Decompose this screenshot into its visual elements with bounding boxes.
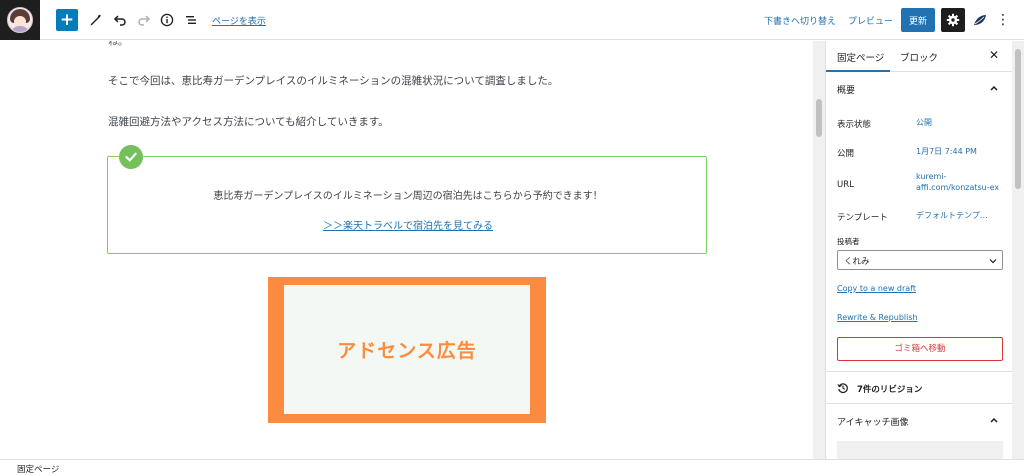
avatar (7, 7, 33, 33)
ad-image-block[interactable]: アドセンス広告 (268, 277, 546, 423)
editor-toolbar: + ページを表示 下書きへ切り替え プレビュー 更新 ⋮ (0, 0, 1024, 40)
publish-label: 公開 (837, 149, 855, 159)
pencil-icon (90, 14, 101, 26)
move-to-trash-button[interactable]: ゴミ箱へ移動 (837, 337, 1003, 361)
url-label: URL (837, 180, 854, 190)
revisions-row[interactable]: 7件のリビジョン (826, 371, 1012, 404)
summary-panel-header[interactable]: 概要 (826, 72, 1012, 106)
author-selected-value: くれみ (844, 257, 870, 267)
info-icon (160, 13, 174, 27)
rewrite-republish-link[interactable]: Rewrite & Republish (837, 313, 918, 322)
paragraph-block[interactable]: そこで今回は、恵比寿ガーデンプレイスのイルミネーションの混雑状況について調査しま… (108, 73, 558, 88)
history-icon (837, 383, 848, 394)
featured-image-title: アイキャッチ画像 (837, 418, 909, 428)
settings-sidebar: 固定ページ ブロック ✕ 概要 表示状態 公開 公開 1月7日 7:44 PM … (825, 41, 1012, 459)
block-breadcrumb-bar: 固定ページ (0, 459, 1024, 476)
revisions-label: 7件のリビジョン (857, 385, 923, 395)
edit-tool-button[interactable] (84, 9, 106, 31)
list-view-button[interactable] (180, 9, 202, 31)
chevron-up-icon (990, 85, 998, 91)
details-button[interactable] (156, 9, 178, 31)
featured-image-panel-header[interactable]: アイキャッチ画像 (826, 404, 1012, 438)
switch-to-draft-link[interactable]: 下書きへ切り替え (764, 9, 836, 31)
breadcrumb[interactable]: 固定ページ (17, 463, 59, 475)
settings-button[interactable] (941, 8, 965, 32)
gear-icon (946, 13, 960, 27)
box-link-text[interactable]: ＞＞楽天トラベルで宿泊先を見てみる (323, 221, 493, 232)
ad-label: アドセンス広告 (337, 340, 477, 362)
author-select[interactable]: くれみ (837, 250, 1003, 270)
url-line-1: kuremi- (916, 172, 947, 181)
sidebar-scrollbar[interactable] (1012, 41, 1024, 459)
tab-page[interactable]: 固定ページ (837, 50, 884, 64)
undo-icon (113, 15, 126, 26)
redo-icon (138, 15, 151, 26)
close-sidebar-button[interactable]: ✕ (989, 48, 999, 62)
redo-button[interactable] (133, 9, 155, 31)
check-icon (119, 145, 143, 169)
template-label: テンプレート (837, 213, 888, 223)
featured-image-dropzone[interactable] (837, 441, 1003, 459)
visibility-toggle[interactable]: 公開 (916, 118, 932, 129)
publish-date-toggle[interactable]: 1月7日 7:44 PM (916, 147, 977, 158)
paragraph-partial[interactable]: ね。 (108, 41, 128, 48)
box-text: 恵比寿ガーデンプレイスのイルミネーション周辺の宿泊先はこちらから予約できます！ (213, 191, 603, 202)
sidebar-scroll-thumb[interactable] (1015, 49, 1021, 189)
copy-to-draft-link[interactable]: Copy to a new draft (837, 284, 916, 293)
plugin-button[interactable] (970, 9, 990, 31)
summary-title: 概要 (837, 86, 856, 96)
template-toggle[interactable]: デフォルトテンプ… (916, 211, 988, 222)
undo-button[interactable] (109, 9, 131, 31)
author-label: 投稿者 (837, 237, 860, 246)
canvas-scrollbar[interactable] (813, 41, 825, 459)
visibility-label: 表示状態 (837, 120, 872, 130)
tab-block[interactable]: ブロック (900, 50, 938, 64)
url-line-2: affi.com/konzatsu-ex (916, 182, 1000, 192)
site-icon-button[interactable] (0, 0, 40, 40)
chevron-down-icon (989, 259, 997, 264)
canvas-scroll-thumb[interactable] (816, 99, 822, 137)
box-link[interactable]: ＞＞楽天トラベルで宿泊先を見てみる (108, 217, 708, 232)
editor-canvas[interactable]: ね。 そこで今回は、恵比寿ガーデンプレイスのイルミネーションの混雑状況について調… (0, 41, 813, 459)
add-block-button[interactable]: + (56, 9, 78, 31)
chevron-up-icon (990, 417, 998, 423)
paragraph-block[interactable]: 混雑回避方法やアクセス方法についても紹介していきます。 (108, 114, 389, 129)
url-toggle[interactable]: kuremi- affi.com/konzatsu-ex (916, 172, 1012, 194)
update-button[interactable]: 更新 (901, 8, 935, 32)
list-view-icon (186, 16, 196, 24)
affiliate-box-block[interactable]: 恵比寿ガーデンプレイスのイルミネーション周辺の宿泊先はこちらから予約できます！ … (107, 156, 707, 254)
leaf-icon (974, 15, 986, 25)
sidebar-tabs: 固定ページ ブロック ✕ (826, 41, 1012, 72)
more-options-button[interactable]: ⋮ (996, 9, 1010, 31)
view-page-link[interactable]: ページを表示 (212, 9, 266, 31)
preview-link[interactable]: プレビュー (848, 9, 893, 31)
ad-image-inner: アドセンス広告 (284, 285, 530, 414)
